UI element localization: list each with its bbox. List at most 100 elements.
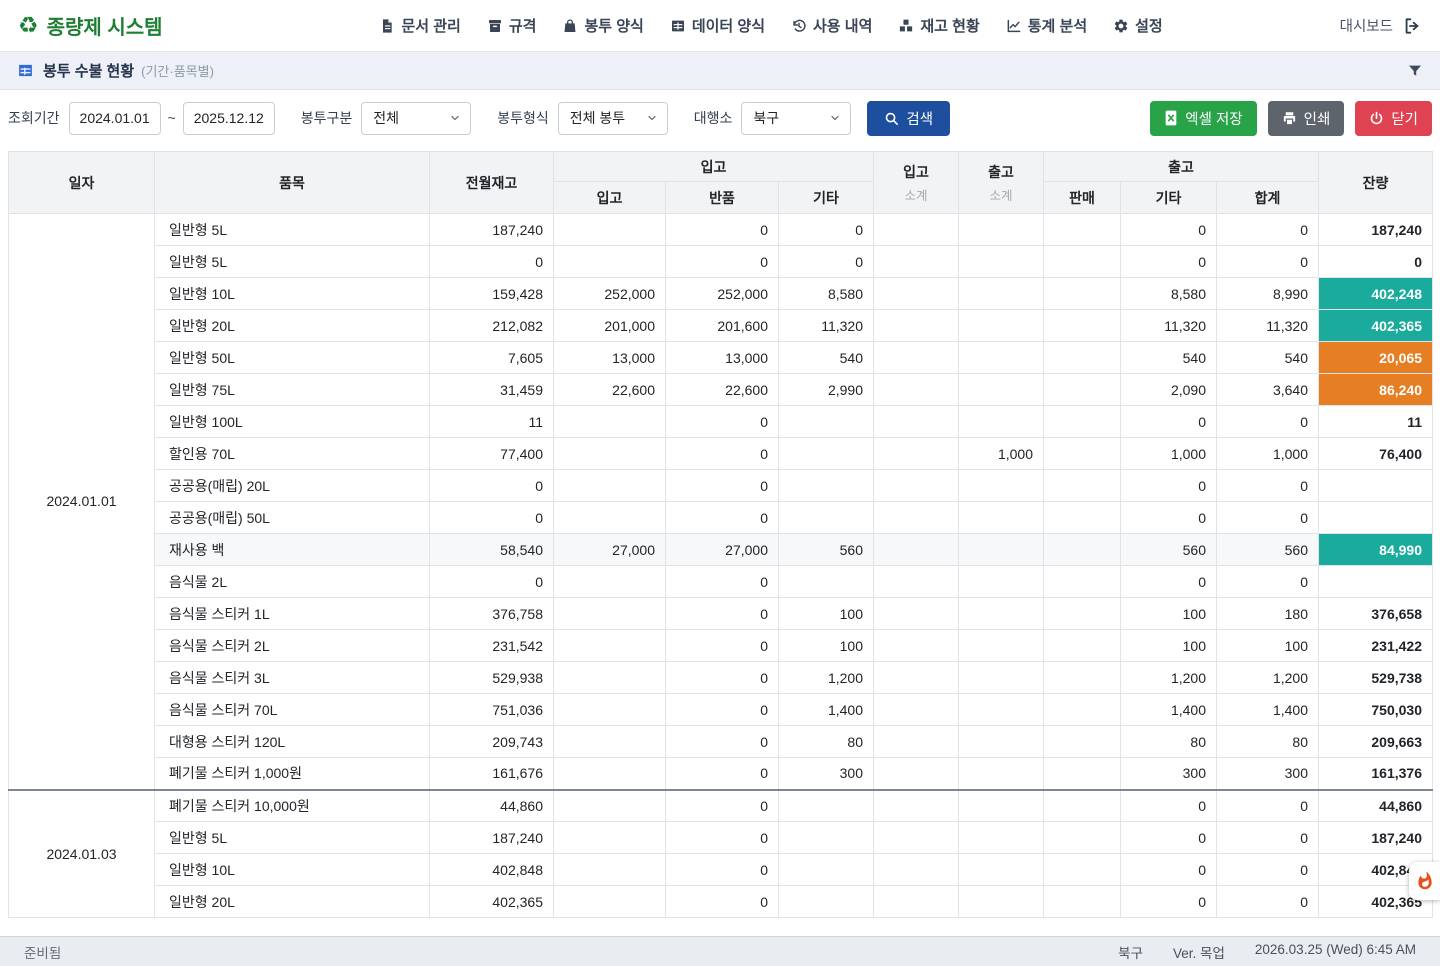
table-row[interactable]: 일반형 75L31,45922,60022,6002,9902,0903,640… — [9, 374, 1433, 406]
return-cell: 201,600 — [666, 310, 779, 342]
table-row[interactable]: 재사용 백58,54027,00027,00056056056084,990 — [9, 534, 1433, 566]
in-subtotal-cell — [874, 502, 959, 534]
table-row[interactable]: 음식물 스티커 2L231,5420100100100231,422 — [9, 630, 1433, 662]
prev-stock-cell: 376,758 — [430, 598, 554, 630]
in-etc-cell: 80 — [779, 726, 874, 758]
nav-item[interactable]: 문서 관리 — [379, 15, 460, 36]
out-total-cell: 0 — [1217, 822, 1319, 854]
table-row[interactable]: 일반형 10L159,428252,000252,0008,5808,5808,… — [9, 278, 1433, 310]
table-row[interactable]: 할인용 70L77,40001,0001,0001,00076,400 — [9, 438, 1433, 470]
in-etc-cell: 540 — [779, 342, 874, 374]
nav-item[interactable]: 재고 현황 — [898, 15, 979, 36]
table-row[interactable]: 음식물 스티커 1L376,7580100100180376,658 — [9, 598, 1433, 630]
col-header-item: 품목 — [155, 152, 430, 214]
nav-item[interactable]: 사용 내역 — [791, 15, 872, 36]
balance-cell: 86,240 — [1319, 374, 1433, 406]
table-row[interactable]: 공공용(매립) 20L0000 — [9, 470, 1433, 502]
table-row[interactable]: 일반형 10L402,848000402,848 — [9, 854, 1433, 886]
table-row[interactable]: 일반형 5L000000 — [9, 246, 1433, 278]
table-row[interactable]: 2024.01.01일반형 5L187,2400000187,240 — [9, 214, 1433, 246]
in-cell: 22,600 — [554, 374, 666, 406]
sale-cell — [1044, 566, 1121, 598]
in-subtotal-cell — [874, 566, 959, 598]
in-etc-cell: 8,580 — [779, 278, 874, 310]
table-row[interactable]: 음식물 스티커 3L529,93801,2001,2001,200529,738 — [9, 662, 1433, 694]
bag-type-select[interactable]: 전체 — [361, 102, 471, 135]
dashboard-link[interactable]: 대시보드 — [1340, 15, 1422, 36]
table-row[interactable]: 일반형 20L402,365000402,365 — [9, 886, 1433, 918]
date-to-input[interactable] — [183, 102, 275, 135]
return-cell: 0 — [666, 662, 779, 694]
return-cell: 0 — [666, 886, 779, 918]
item-cell: 음식물 스티커 3L — [155, 662, 430, 694]
in-cell: 27,000 — [554, 534, 666, 566]
table-row[interactable]: 음식물 스티커 70L751,03601,4001,4001,400750,03… — [9, 694, 1433, 726]
agency-value: 북구 — [753, 108, 779, 128]
prev-stock-cell: 402,848 — [430, 854, 554, 886]
table-row[interactable]: 음식물 2L0000 — [9, 566, 1433, 598]
nav-item[interactable]: 규격 — [487, 15, 537, 36]
bag-type-label: 봉투구분 — [301, 108, 353, 128]
in-etc-cell: 11,320 — [779, 310, 874, 342]
out-subtotal-cell — [959, 566, 1044, 598]
brand-logo[interactable]: ♻ 종량제 시스템 — [18, 11, 163, 40]
table-row[interactable]: 공공용(매립) 50L0000 — [9, 502, 1433, 534]
in-cell — [554, 694, 666, 726]
prev-stock-cell: 44,860 — [430, 790, 554, 822]
prev-stock-cell: 0 — [430, 502, 554, 534]
in-etc-cell — [779, 854, 874, 886]
table-row[interactable]: 대형용 스티커 120L209,7430808080209,663 — [9, 726, 1433, 758]
out-total-cell: 0 — [1217, 246, 1319, 278]
footer-datetime: 2026.03.25 (Wed) 6:45 AM — [1255, 942, 1416, 962]
return-cell: 0 — [666, 406, 779, 438]
item-cell: 음식물 스티커 2L — [155, 630, 430, 662]
item-cell: 일반형 50L — [155, 342, 430, 374]
print-label: 인쇄 — [1304, 108, 1331, 129]
in-etc-cell — [779, 438, 874, 470]
prev-stock-cell: 212,082 — [430, 310, 554, 342]
nav-item[interactable]: 데이터 양식 — [670, 15, 765, 36]
table-row[interactable]: 일반형 100L1100011 — [9, 406, 1433, 438]
debug-toolbar-button[interactable] — [1409, 862, 1440, 900]
agency-select[interactable]: 북구 — [741, 102, 851, 135]
table-row[interactable]: 폐기물 스티커 1,000원161,6760300300300161,376 — [9, 758, 1433, 790]
balance-cell: 209,663 — [1319, 726, 1433, 758]
print-button[interactable]: 인쇄 — [1268, 101, 1345, 136]
out-etc-cell: 100 — [1121, 630, 1217, 662]
item-cell: 폐기물 스티커 10,000원 — [155, 790, 430, 822]
excel-save-button[interactable]: 엑셀 저장 — [1150, 101, 1256, 136]
table-row[interactable]: 일반형 20L212,082201,000201,60011,32011,320… — [9, 310, 1433, 342]
in-subtotal-cell — [874, 886, 959, 918]
out-subtotal-cell — [959, 630, 1044, 662]
out-etc-cell: 1,400 — [1121, 694, 1217, 726]
col-header-in-etc: 기타 — [779, 182, 874, 214]
balance-cell: 20,065 — [1319, 342, 1433, 374]
bag-format-select[interactable]: 전체 봉투 — [558, 102, 668, 135]
in-subtotal-cell — [874, 630, 959, 662]
nav-item[interactable]: 봉투 양식 — [562, 15, 643, 36]
table-row[interactable]: 2024.01.03폐기물 스티커 10,000원44,86000044,860 — [9, 790, 1433, 822]
out-etc-cell: 540 — [1121, 342, 1217, 374]
out-etc-cell: 0 — [1121, 406, 1217, 438]
agency-label: 대행소 — [694, 108, 733, 128]
dashboard-label: 대시보드 — [1340, 15, 1393, 36]
out-etc-cell: 0 — [1121, 246, 1217, 278]
in-etc-cell: 2,990 — [779, 374, 874, 406]
chart-icon — [1006, 18, 1022, 34]
col-header-return: 반품 — [666, 182, 779, 214]
balance-cell: 11 — [1319, 406, 1433, 438]
item-cell: 일반형 5L — [155, 246, 430, 278]
filter-funnel-icon[interactable] — [1407, 63, 1423, 79]
in-subtotal-cell — [874, 438, 959, 470]
nav-item[interactable]: 설정 — [1113, 15, 1163, 36]
out-subtotal-cell — [959, 310, 1044, 342]
date-from-input[interactable] — [69, 102, 161, 135]
out-etc-cell: 0 — [1121, 854, 1217, 886]
table-row[interactable]: 일반형 50L7,60513,00013,00054054054020,065 — [9, 342, 1433, 374]
search-button[interactable]: 검색 — [867, 101, 950, 136]
sale-cell — [1044, 214, 1121, 246]
nav-item[interactable]: 통계 분석 — [1006, 15, 1087, 36]
table-row[interactable]: 일반형 5L187,240000187,240 — [9, 822, 1433, 854]
out-subtotal-cell — [959, 854, 1044, 886]
close-button[interactable]: 닫기 — [1355, 101, 1432, 136]
